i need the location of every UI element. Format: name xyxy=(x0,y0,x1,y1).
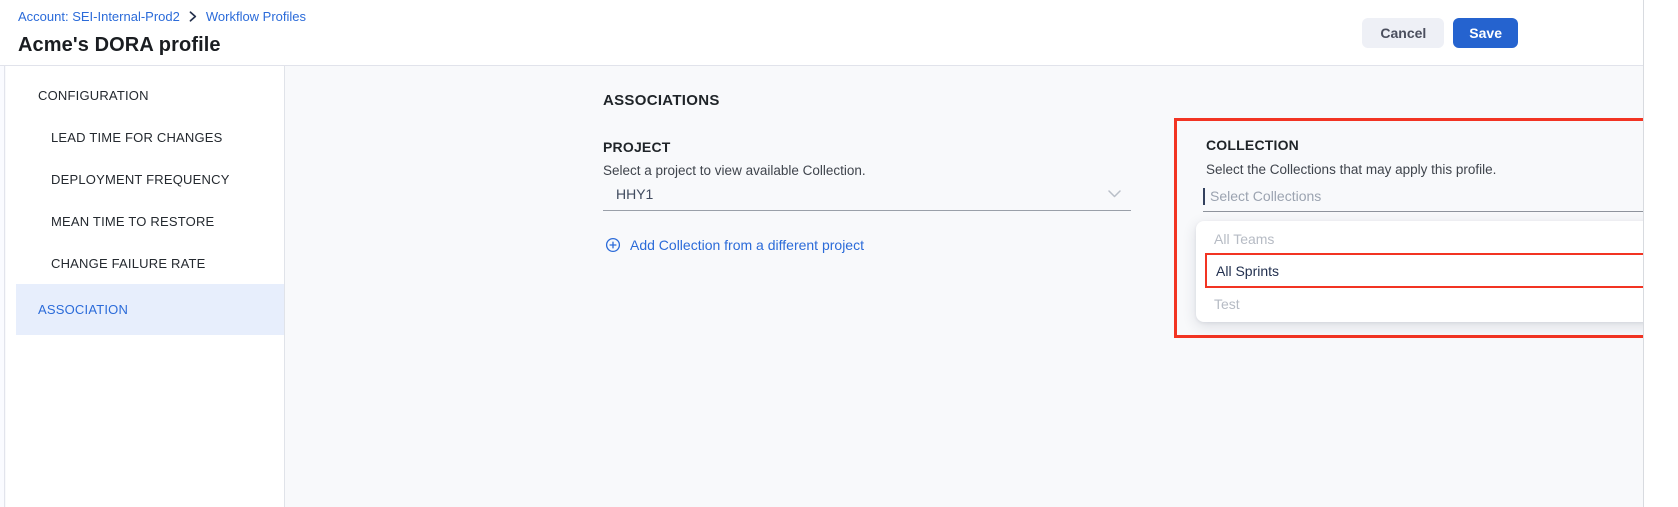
chevron-down-icon xyxy=(1108,190,1121,198)
associations-section-title: ASSOCIATIONS xyxy=(603,92,720,109)
sidebar-nav: CONFIGURATION LEAD TIME FOR CHANGES DEPL… xyxy=(6,66,285,507)
left-edge-strip xyxy=(0,66,5,507)
breadcrumb-workflow-profiles-link[interactable]: Workflow Profiles xyxy=(206,9,306,24)
dropdown-option-all-teams[interactable]: All Teams xyxy=(1196,225,1678,253)
plus-circle-icon xyxy=(605,237,621,253)
project-heading: PROJECT xyxy=(603,139,671,155)
content-area: CONFIGURATION LEAD TIME FOR CHANGES DEPL… xyxy=(0,66,1643,507)
right-rail xyxy=(1644,0,1678,507)
text-cursor xyxy=(1203,188,1205,205)
sidebar-item-mean-time-to-restore[interactable]: MEAN TIME TO RESTORE xyxy=(6,200,284,242)
collection-search-input[interactable]: Select Collections xyxy=(1203,181,1678,212)
workflow-profile-page: Account: SEI-Internal-Prod2 Workflow Pro… xyxy=(0,0,1678,507)
add-collection-link[interactable]: Add Collection from a different project xyxy=(605,237,864,253)
save-button[interactable]: Save xyxy=(1453,18,1518,48)
cancel-button[interactable]: Cancel xyxy=(1362,18,1444,48)
dropdown-option-test[interactable]: Test xyxy=(1196,288,1678,320)
project-select[interactable]: HHY1 xyxy=(603,178,1131,211)
sidebar-item-lead-time-for-changes[interactable]: LEAD TIME FOR CHANGES xyxy=(6,116,284,158)
project-select-value: HHY1 xyxy=(616,186,653,202)
page-title: Acme's DORA profile xyxy=(18,34,221,57)
collection-annotation-box: COLLECTION Select the Collections that m… xyxy=(1174,118,1678,338)
collection-description: Select the Collections that may apply th… xyxy=(1206,162,1496,177)
page-header: Account: SEI-Internal-Prod2 Workflow Pro… xyxy=(0,0,1643,66)
chevron-right-icon xyxy=(189,11,197,22)
associations-panel: ASSOCIATIONS PROJECT Select a project to… xyxy=(286,66,1643,507)
collection-heading: COLLECTION xyxy=(1206,137,1299,153)
breadcrumb-account-link[interactable]: Account: SEI-Internal-Prod2 xyxy=(18,9,180,24)
breadcrumb: Account: SEI-Internal-Prod2 Workflow Pro… xyxy=(18,9,306,24)
sidebar-item-change-failure-rate[interactable]: CHANGE FAILURE RATE xyxy=(6,242,284,284)
dropdown-option-all-sprints[interactable]: All Sprints xyxy=(1205,253,1678,288)
sidebar-item-configuration[interactable]: CONFIGURATION xyxy=(6,74,284,116)
collection-dropdown-menu: All Teams All Sprints Test xyxy=(1196,221,1678,322)
project-description: Select a project to view available Colle… xyxy=(603,163,866,178)
sidebar-item-deployment-frequency[interactable]: DEPLOYMENT FREQUENCY xyxy=(6,158,284,200)
sidebar-item-association[interactable]: ASSOCIATION xyxy=(16,284,284,335)
collection-input-placeholder: Select Collections xyxy=(1210,188,1321,204)
add-collection-link-label: Add Collection from a different project xyxy=(630,237,864,253)
header-actions: Cancel Save xyxy=(1362,18,1518,48)
